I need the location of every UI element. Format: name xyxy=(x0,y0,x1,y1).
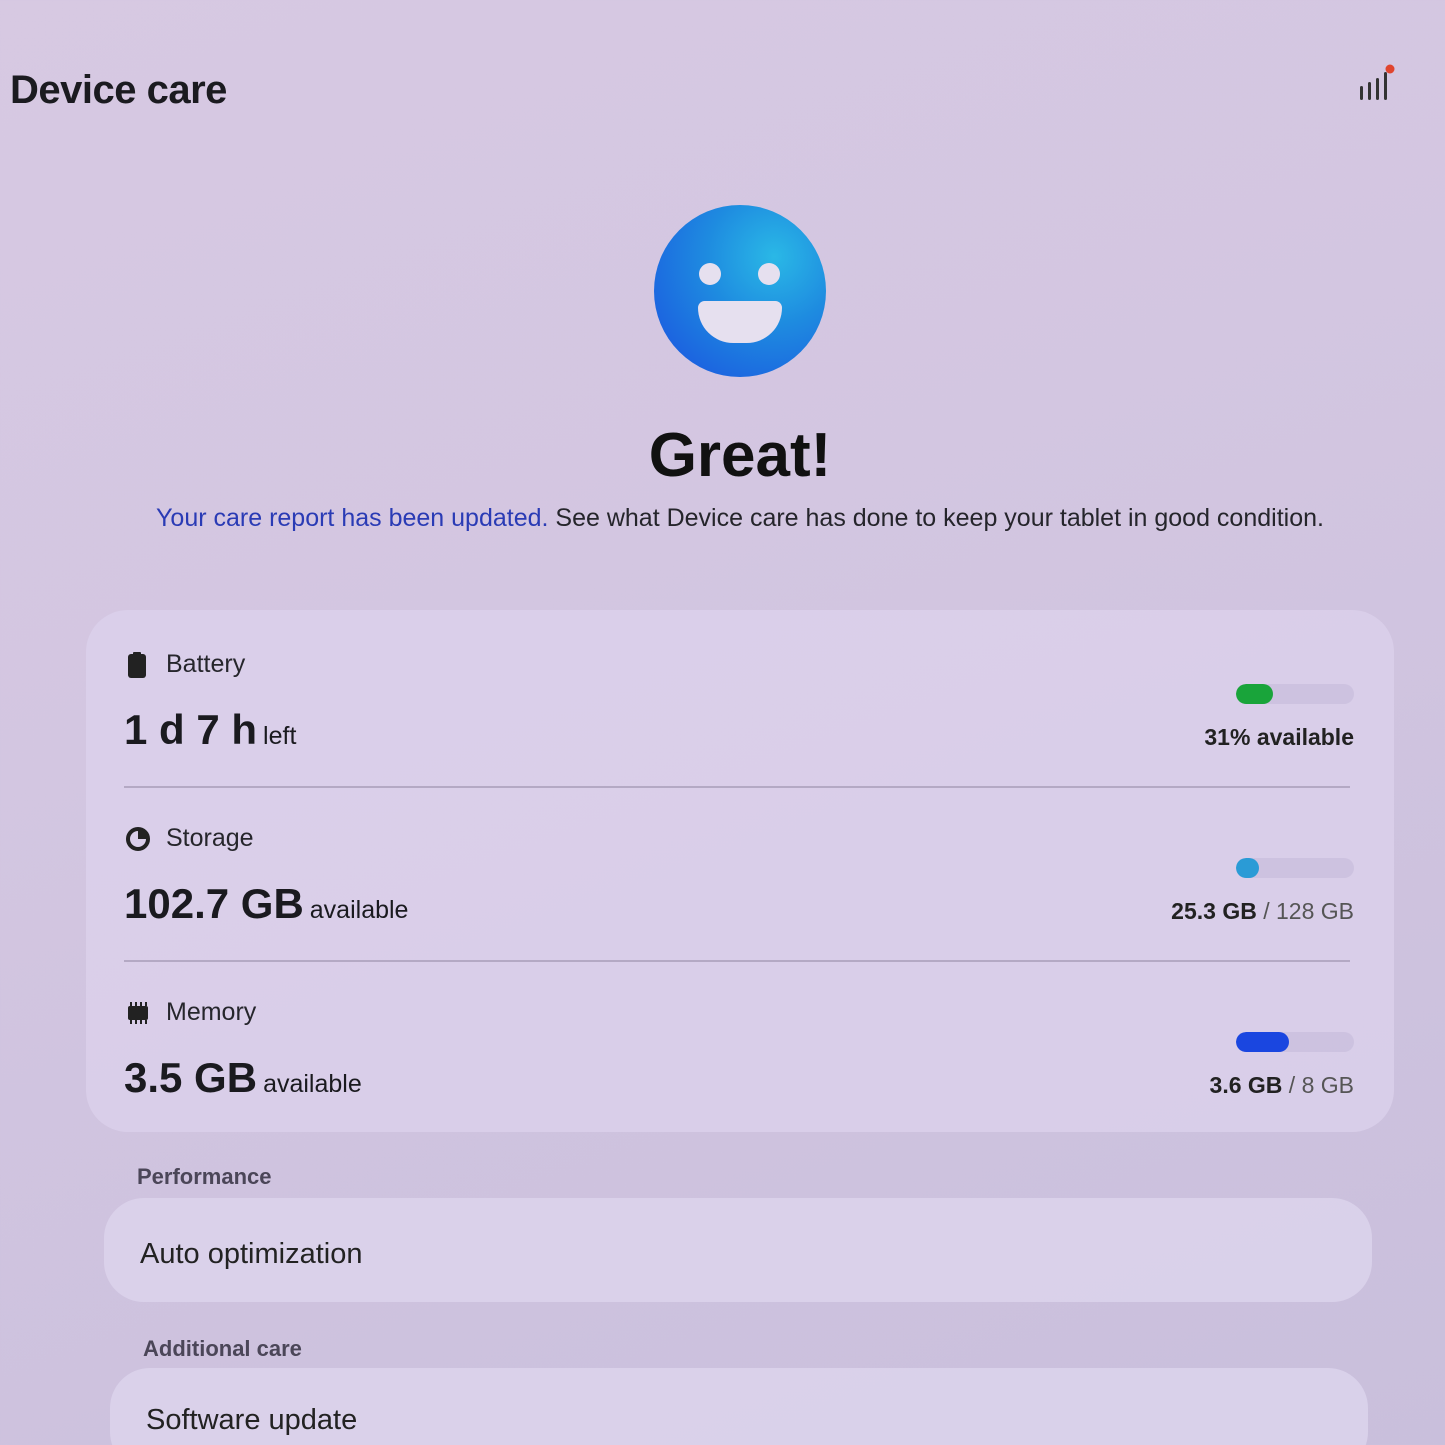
battery-percent: 31% available xyxy=(1204,724,1354,750)
pie-icon xyxy=(126,826,150,852)
auto-optimization-label: Auto optimization xyxy=(140,1238,363,1270)
storage-suffix: available xyxy=(309,896,409,924)
storage-used: 25.3 GB xyxy=(1171,898,1257,924)
care-report-link[interactable]: Your care report has been updated. xyxy=(156,504,548,532)
auto-optimization-item[interactable]: Auto optimization xyxy=(104,1198,1372,1302)
battery-value: 1 d 7 h xyxy=(124,706,258,753)
battery-row[interactable]: Battery 1 d 7 h left 31% available xyxy=(86,610,1394,784)
software-update-label: Software update xyxy=(146,1404,358,1436)
memory-usage-bar xyxy=(1236,1032,1354,1052)
memory-value: 3.5 GB xyxy=(124,1054,258,1101)
memory-chip-icon xyxy=(126,1000,148,1026)
battery-level-bar xyxy=(1236,684,1354,704)
storage-usage-text: 25.3 GB / 128 GB xyxy=(1171,898,1354,925)
status-description-text: See what Device care has done to keep yo… xyxy=(548,504,1324,532)
software-update-item[interactable]: Software update xyxy=(110,1368,1368,1445)
storage-value: 102.7 GB xyxy=(124,880,304,927)
storage-usage-fill xyxy=(1236,858,1260,878)
battery-available-text: 31% available xyxy=(1204,724,1354,751)
memory-row[interactable]: Memory 3.5 GB available 3.6 GB / 8 GB xyxy=(86,958,1394,1132)
page-title: Device care xyxy=(10,68,227,112)
memory-used: 3.6 GB xyxy=(1209,1072,1283,1098)
memory-usage-text: 3.6 GB / 8 GB xyxy=(1210,1072,1354,1099)
memory-total: / 8 GB xyxy=(1288,1072,1354,1098)
battery-icon xyxy=(126,652,148,678)
device-summary-card: Battery 1 d 7 h left 31% available Storag… xyxy=(86,610,1394,1132)
performance-section-label: Performance xyxy=(137,1164,272,1189)
battery-label: Battery xyxy=(166,650,246,678)
additional-care-section-label: Additional care xyxy=(143,1336,302,1361)
bar-chart-icon[interactable] xyxy=(1355,62,1401,108)
status-description: Your care report has been updated. See w… xyxy=(150,500,1330,537)
storage-usage-bar xyxy=(1236,858,1354,878)
memory-suffix: available xyxy=(263,1070,362,1098)
battery-time-left: 1 d 7 h left xyxy=(124,706,296,754)
battery-suffix: left xyxy=(263,722,297,750)
memory-available: 3.5 GB available xyxy=(124,1054,362,1102)
storage-available: 102.7 GB available xyxy=(124,880,408,928)
memory-label: Memory xyxy=(166,998,257,1026)
storage-row[interactable]: Storage 102.7 GB available 25.3 GB / 128 … xyxy=(86,784,1394,958)
status-title: Great! xyxy=(648,421,832,490)
storage-label: Storage xyxy=(166,824,254,852)
memory-usage-fill xyxy=(1236,1032,1290,1052)
battery-level-fill xyxy=(1236,684,1273,704)
smiley-face-icon xyxy=(654,205,826,377)
storage-total: / 128 GB xyxy=(1263,898,1354,924)
